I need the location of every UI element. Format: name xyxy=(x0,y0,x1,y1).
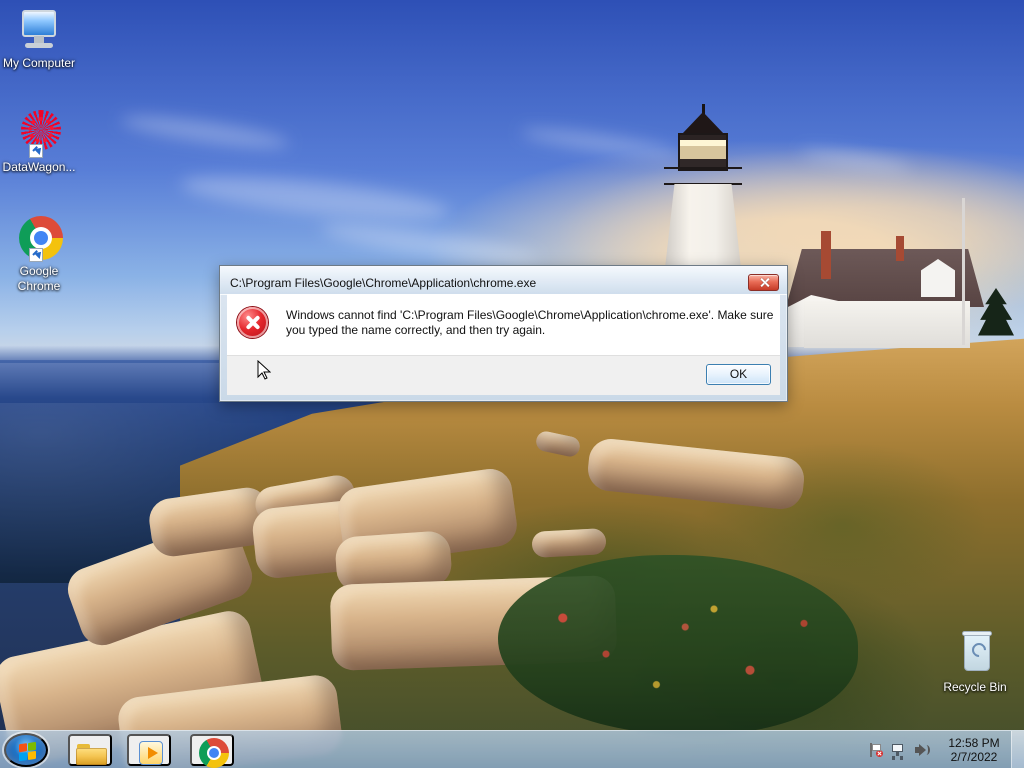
desktop-icon-label: DataWagon... xyxy=(2,160,76,174)
shortcut-arrow-icon xyxy=(29,144,43,158)
network-icon[interactable] xyxy=(891,742,907,758)
recycle-bin-icon xyxy=(951,630,999,678)
rock xyxy=(531,528,607,558)
house xyxy=(786,225,991,350)
desktop-icon-google-chrome[interactable]: Google Chrome xyxy=(0,214,78,294)
lighthouse xyxy=(661,104,745,274)
volume-icon[interactable] xyxy=(914,742,930,758)
house-chimney xyxy=(821,231,831,279)
lighthouse-tower xyxy=(664,184,742,274)
dialog-content: Windows cannot find 'C:\Program Files\Go… xyxy=(227,294,780,355)
taskbar-clock[interactable]: 12:58 PM 2/7/2022 xyxy=(940,736,1008,764)
start-button[interactable] xyxy=(4,733,48,767)
flag-icon[interactable] xyxy=(867,742,883,758)
taskbar-media-player[interactable] xyxy=(127,734,171,766)
desktop-icon-my-computer[interactable]: My Computer xyxy=(0,6,78,71)
desktop-icon-label: Recycle Bin xyxy=(943,680,1007,694)
datawagon-icon xyxy=(15,110,63,158)
house-body xyxy=(804,301,970,348)
dialog-titlebar[interactable]: C:\Program Files\Google\Chrome\Applicati… xyxy=(220,266,787,295)
rock xyxy=(534,429,582,459)
shortcut-arrow-icon xyxy=(29,248,43,262)
desktop-icon-recycle-bin[interactable]: Recycle Bin xyxy=(936,630,1014,695)
desktop-icon-label: Google Chrome xyxy=(17,264,61,293)
dialog-footer: OK xyxy=(227,355,780,395)
windows-logo-icon xyxy=(19,741,37,763)
house-chimney xyxy=(896,236,904,261)
alert-icon xyxy=(876,750,883,757)
desktop: My Computer DataWagon... Google Chrome R… xyxy=(0,0,1024,768)
dialog-message: Windows cannot find 'C:\Program Files\Go… xyxy=(286,308,777,337)
lighthouse-antenna xyxy=(702,104,705,114)
recycle-bin-shape xyxy=(962,631,992,671)
error-dialog: C:\Program Files\Google\Chrome\Applicati… xyxy=(219,265,788,402)
error-icon xyxy=(237,307,268,338)
desktop-icon-datawagon[interactable]: DataWagon... xyxy=(0,110,78,175)
clock-date: 2/7/2022 xyxy=(950,750,998,764)
volume-waves-icon xyxy=(923,745,930,755)
folder-icon xyxy=(76,742,107,765)
desktop-icon-label: My Computer xyxy=(2,56,76,70)
taskbar: 12:58 PM 2/7/2022 xyxy=(0,730,1024,768)
clock-time: 12:58 PM xyxy=(948,736,1000,750)
show-desktop-button[interactable] xyxy=(1011,731,1024,768)
lighthouse-cap xyxy=(682,112,724,134)
computer-monitor xyxy=(22,10,56,37)
mouse-cursor-icon xyxy=(257,360,271,380)
chrome-icon xyxy=(199,738,229,768)
dialog-title: C:\Program Files\Google\Chrome\Applicati… xyxy=(230,276,537,290)
ok-button[interactable]: OK xyxy=(706,364,771,385)
lighthouse-rail xyxy=(664,167,742,185)
chrome-icon xyxy=(15,214,63,262)
lighthouse-lamp xyxy=(678,133,728,171)
rock xyxy=(585,436,807,512)
close-button[interactable] xyxy=(748,274,779,291)
close-icon xyxy=(760,277,769,288)
computer-base xyxy=(25,43,53,48)
media-player-icon xyxy=(139,741,163,765)
computer-icon xyxy=(15,6,63,54)
taskbar-file-explorer[interactable] xyxy=(68,734,112,766)
taskbar-google-chrome[interactable] xyxy=(190,734,234,768)
flag-pole xyxy=(962,198,965,345)
